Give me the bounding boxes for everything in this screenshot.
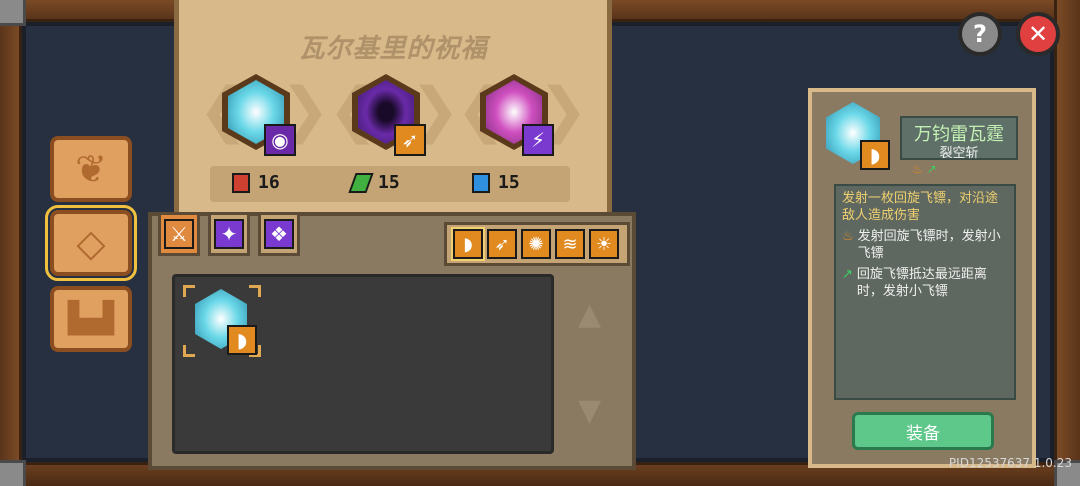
filter-boomerang-icon[interactable]: ◗ xyxy=(451,227,485,261)
arrow-up-right-icon: ↗ xyxy=(842,267,853,282)
main-description: 发射一枚回旋飞镖，对沿途敌人造成伤害 xyxy=(842,191,999,223)
arrow-up-right-icon: ↗ xyxy=(926,162,937,176)
detail-panel: ◗ 万钧雷瓦霆 裂空斩 ♨ ↗ 发射一枚回旋飞镖，对沿途敌人造成伤害 ♨ 发射回… xyxy=(808,88,1036,468)
trait-line: ♨ 发射回旋飞镖时，发射小飞镖 xyxy=(842,229,1001,261)
filter-row: ◗ ➶ ✺ ≋ ☀ xyxy=(444,222,630,266)
wood-frame-left xyxy=(0,0,22,486)
close-button[interactable]: ✕ xyxy=(1016,12,1060,56)
green-leaf-icon xyxy=(348,172,374,193)
trait-line: ↗ 回旋飞镖抵达最远距离时，发射小飞镖 xyxy=(842,267,987,299)
side-tab-diamond[interactable]: ◇ xyxy=(45,205,137,281)
fire-icon: ♨ xyxy=(912,162,923,176)
description-box: 发射一枚回旋飞镖，对沿途敌人造成伤害 ♨ 发射回旋飞镖时，发射小飞镖 ↗ 回旋飞… xyxy=(834,184,1016,400)
list-item[interactable]: ◗ xyxy=(183,285,261,357)
boomerang-icon: ◗ xyxy=(860,140,890,170)
boomerang-icon: ◗ xyxy=(227,325,257,355)
wood-frame-right xyxy=(1054,0,1080,486)
scroll-up-button[interactable]: ▲ xyxy=(578,300,601,330)
fire-icon: ♨ xyxy=(842,229,854,244)
frame-corner xyxy=(0,460,26,486)
side-tab-podium[interactable]: ▙▟ xyxy=(50,286,132,352)
inventory-panel: ⚔ ✦ ❖ ◗ ➶ ✺ ≋ ☀ ◗ ▲ ▼ xyxy=(148,212,636,470)
podium-icon: ▙▟ xyxy=(67,301,115,336)
leaf-icon: ❦ xyxy=(75,147,107,191)
tab-skill-2[interactable]: ❖ xyxy=(258,212,300,256)
equip-button[interactable]: 装备 xyxy=(852,412,994,450)
question-icon: ? xyxy=(973,20,987,48)
tab-skill-1[interactable]: ✦ xyxy=(208,212,250,256)
filter-strike-icon[interactable]: ➶ xyxy=(487,229,517,259)
blessing-stats-bar: 16 15 15 xyxy=(210,166,570,202)
blue-book-icon xyxy=(472,172,490,193)
blessing-slot-1[interactable]: ❮ ❯ ◉ xyxy=(198,72,330,168)
frame-corner xyxy=(0,0,26,26)
shuriken-icon: ✦ xyxy=(214,219,244,249)
diamond-icon: ◇ xyxy=(76,221,106,265)
item-subtitle: 裂空斩 xyxy=(939,146,979,161)
vortex-icon: ◉ xyxy=(264,124,296,156)
filter-slash-icon[interactable]: ≋ xyxy=(555,229,585,259)
scroll-down-button[interactable]: ▼ xyxy=(578,396,601,426)
detail-title-box: 万钧雷瓦霆 裂空斩 xyxy=(900,116,1018,161)
trait-icons: ♨ ↗ xyxy=(912,162,937,176)
side-tab-leaf[interactable]: ❦ xyxy=(50,136,132,202)
sword-icon: ⚔ xyxy=(164,219,194,249)
item-list[interactable]: ◗ xyxy=(172,274,554,454)
version-label: PID12537637 1.0.23 xyxy=(948,456,1072,470)
help-button[interactable]: ? xyxy=(958,12,1002,56)
filter-burst-icon[interactable]: ✺ xyxy=(521,229,551,259)
filter-beast-icon[interactable]: ☀ xyxy=(589,229,619,259)
scroll-title: 瓦尔基里的祝福 xyxy=(298,34,488,64)
blessing-slot-3[interactable]: ❮ ❯ ⚡ xyxy=(456,72,588,168)
blessing-slot-2[interactable]: ❮ ❯ ➶ xyxy=(328,72,460,168)
close-icon: ✕ xyxy=(1027,20,1049,48)
tab-weapon[interactable]: ⚔ xyxy=(158,212,200,256)
strike-icon: ➶ xyxy=(394,124,426,156)
stat-red: 16 xyxy=(232,172,280,193)
wing-shield-icon: ❖ xyxy=(264,219,294,249)
red-gem-icon xyxy=(232,172,250,193)
stat-green: 15 xyxy=(348,172,400,193)
stat-blue: 15 xyxy=(472,172,520,193)
lightning-icon: ⚡ xyxy=(522,124,554,156)
